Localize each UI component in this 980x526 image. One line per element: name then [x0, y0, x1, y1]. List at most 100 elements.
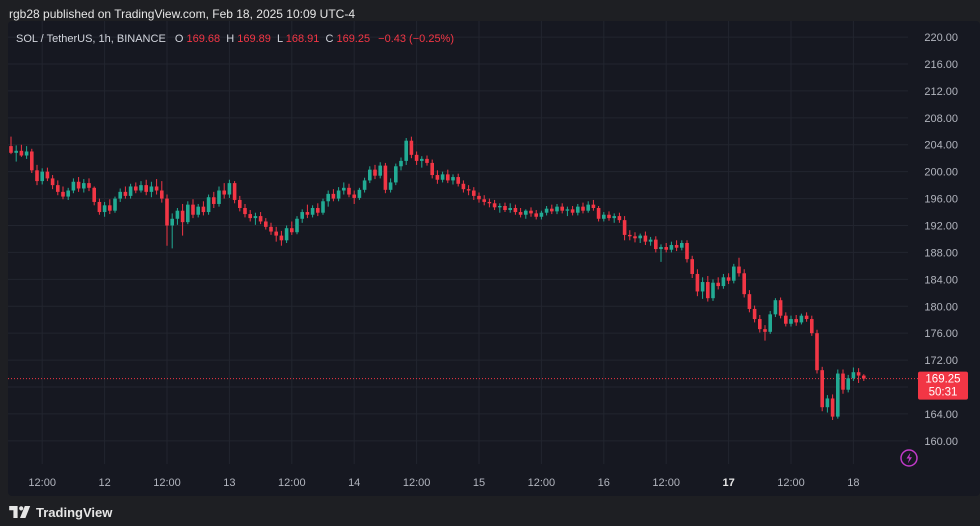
candle [815, 329, 819, 374]
candle-body [108, 205, 112, 211]
ohlc-legend: SOL / TetherUS, 1h, BINANCE O 169.68 H 1… [16, 33, 454, 45]
candle [97, 198, 102, 215]
candle-body [643, 235, 648, 242]
candle [591, 199, 596, 211]
candle-body [524, 210, 528, 215]
candle [747, 290, 752, 313]
x-tick-label: 16 [598, 477, 610, 489]
candle-body [274, 231, 278, 236]
candle-body [440, 174, 445, 180]
lightning-icon[interactable] [900, 449, 918, 467]
candle [134, 182, 138, 194]
candle-body [773, 300, 778, 315]
candle [773, 298, 778, 318]
candle-body [560, 206, 564, 211]
candle-body [264, 221, 268, 227]
candle-body [758, 319, 762, 330]
candle-body [430, 162, 434, 176]
candle [149, 181, 154, 198]
candle-body [799, 315, 804, 323]
candle [654, 236, 658, 253]
candle [794, 315, 798, 326]
y-tick-label: 212.00 [924, 86, 958, 98]
time-axis[interactable]: 12:00 12 12:00 13 12:00 14 12:00 15 12:00 16 12:00… [28, 477, 859, 489]
candle [279, 230, 284, 246]
candle-body [238, 199, 242, 209]
candle [841, 369, 845, 394]
candle-body [737, 266, 741, 274]
candle [45, 167, 50, 182]
legend-low-value: 168.91 [286, 33, 320, 45]
candle-body [581, 206, 585, 211]
candle-body [388, 182, 393, 190]
x-tick-label: 12:00 [528, 477, 556, 489]
candle [513, 204, 518, 215]
candle [274, 226, 278, 242]
svg-text:SOL / TetherUS, 1h, BINANCE: SOL / TetherUS, 1h, BINANCE O 169.68 H 1… [16, 33, 454, 45]
candle-body [217, 190, 221, 204]
candle [342, 182, 346, 195]
candle [633, 232, 637, 243]
candle-body [778, 300, 783, 316]
candle-body [633, 236, 637, 239]
candle-body [9, 146, 13, 153]
candle [856, 368, 861, 383]
candle [253, 212, 258, 225]
candle [544, 205, 549, 216]
candle-body [170, 218, 174, 226]
candle-body [71, 181, 76, 191]
candle-body [24, 151, 29, 156]
y-tick-label: 220.00 [924, 32, 958, 44]
candle [50, 175, 55, 190]
candle [40, 168, 44, 185]
candle-body [50, 178, 55, 186]
y-tick-label: 200.00 [924, 167, 958, 179]
candle [264, 218, 268, 230]
candle [466, 185, 471, 196]
x-tick-label: 12:00 [652, 477, 680, 489]
candle [82, 179, 86, 193]
candle [789, 315, 793, 327]
candle [160, 181, 164, 203]
candle-body [789, 319, 793, 324]
candle-body [768, 314, 772, 332]
candle [607, 211, 611, 221]
x-tick-label: 12:00 [28, 477, 56, 489]
candle [742, 269, 746, 298]
candle-body [154, 186, 159, 191]
candle [435, 170, 440, 184]
candle [71, 178, 76, 194]
candle [425, 155, 429, 166]
candle [752, 305, 757, 323]
candle-body [128, 186, 133, 196]
price-chart[interactable]: 220.00 216.00 212.00 208.00 204.00 200.00 196.… [8, 21, 980, 496]
candle-body [383, 165, 388, 190]
candle [347, 183, 351, 198]
candle [420, 156, 424, 168]
chart-frame[interactable]: 220.00 216.00 212.00 208.00 204.00 200.00 196.… [8, 21, 980, 496]
candle [492, 199, 497, 211]
candle-body [97, 201, 102, 213]
candle [581, 202, 585, 214]
candle [414, 151, 419, 165]
candle [518, 208, 523, 218]
candle [24, 146, 29, 159]
candle [456, 173, 460, 187]
brand-name: TradingView [36, 504, 113, 520]
candle-body [258, 216, 263, 222]
candle-body [40, 171, 44, 182]
tradingview-brand[interactable]: TradingView [9, 504, 113, 520]
candle [451, 174, 455, 185]
candle-body [30, 151, 34, 171]
candle [617, 212, 622, 223]
candle [768, 310, 772, 334]
candle-body [243, 208, 247, 215]
candle-body [378, 165, 382, 176]
candle-body [35, 170, 39, 182]
candle [830, 394, 835, 420]
candle-body [706, 282, 710, 299]
price-tag-value: 169.25 [925, 374, 960, 386]
candle [373, 164, 377, 180]
candle-body [19, 150, 24, 156]
candle-body [690, 259, 694, 274]
